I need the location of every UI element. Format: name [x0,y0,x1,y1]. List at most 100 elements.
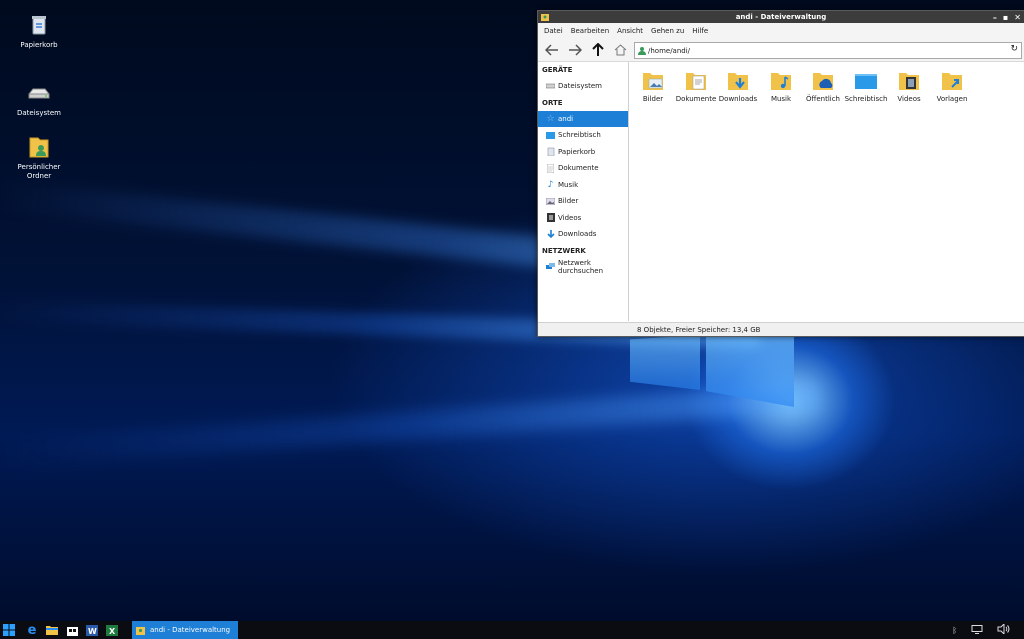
home-folder-icon [136,626,145,635]
folder-musik[interactable]: Musik [759,70,803,103]
menu-hilfe[interactable]: Hilfe [688,27,712,35]
excel-icon[interactable]: X [102,621,122,639]
sidebar-item-label: Dokumente [558,164,599,173]
sidebar-item-label: Musik [558,180,579,189]
home-folder-icon [541,14,549,21]
music-icon: ♪ [547,179,554,190]
system-tray: ᛒ [952,621,1024,639]
folder-bilder[interactable]: Bilder [631,70,675,103]
taskbar: e W X andi - Dateiverwaltung ᛒ [0,621,1024,639]
document-icon [546,163,555,173]
location-path: /home/andi/ [648,46,691,55]
arrow-right-icon [568,44,582,56]
sidebar-item-label: Schreibtisch [558,131,601,140]
forward-button[interactable] [563,40,586,60]
minimize-button[interactable]: – [993,13,997,22]
sidebar-item-label: Dateisystem [558,82,602,91]
volume-icon[interactable] [997,622,1010,636]
file-view[interactable]: Bilder Dokumente Downloads Musik Öffentl… [629,62,1024,321]
window-titlebar[interactable]: andi - Dateiverwaltung – ▪ ✕ [538,11,1024,23]
sidebar-item-label: Downloads [558,230,597,239]
home-button[interactable] [609,40,632,60]
trash-icon [546,147,555,157]
taskbar-window-button[interactable]: andi - Dateiverwaltung [132,621,238,639]
music-folder-icon [771,73,791,90]
templates-folder-icon [942,73,962,90]
arrow-up-icon [591,43,604,56]
edge-icon[interactable]: e [22,621,42,639]
menu-ansicht[interactable]: Ansicht [613,27,647,35]
close-button[interactable]: ✕ [1014,13,1021,22]
desktop-icon-trash[interactable]: Papierkorb [9,12,69,50]
sidebar-item-label: Bilder [558,197,579,206]
back-button[interactable] [540,40,563,60]
trash-icon [32,16,46,35]
up-button[interactable] [586,40,609,60]
sidebar: GERÄTE Dateisystem ORTE ☆ andi Schreibti… [538,62,629,321]
home-folder-icon [29,137,49,158]
bluetooth-icon[interactable]: ᛒ [952,626,957,635]
desktop-icon-home[interactable]: Persönlicher Ordner [9,134,69,181]
downloads-folder-icon [728,73,748,90]
sidebar-item-netzwerk[interactable]: Netzwerk durchsuchen [538,259,628,276]
svg-text:W: W [88,627,97,636]
sidebar-section-network: NETZWERK [542,246,586,255]
menu-datei[interactable]: Datei [540,27,567,35]
network-monitor-icon[interactable] [971,624,983,636]
sidebar-item-label: andi [558,114,574,123]
desktop-icon-label: Persönlicher Ordner [17,163,61,180]
desktop-icon-label: Dateisystem [17,109,61,117]
folder-label: Videos [897,95,921,103]
store-icon[interactable] [62,621,82,639]
image-icon [546,197,555,206]
sidebar-item-schreibtisch[interactable]: Schreibtisch [538,127,628,144]
folder-schreibtisch[interactable]: Schreibtisch [844,70,888,103]
download-icon [546,229,555,239]
windows-start-icon[interactable] [0,621,18,639]
folder-videos[interactable]: Videos [887,70,931,103]
folder-dokumente[interactable]: Dokumente [674,70,718,103]
maximize-button[interactable]: ▪ [1003,13,1008,22]
light-beam [0,382,819,468]
folder-vorlagen[interactable]: Vorlagen [930,70,974,103]
status-bar: 8 Objekte, Freier Speicher: 13,4 GB [538,322,1024,336]
drive-icon [28,88,50,99]
sidebar-section-devices: GERÄTE [542,66,573,74]
desktop-icon-filesystem[interactable]: Dateisystem [9,80,69,118]
desktop-icon-label: Papierkorb [20,41,58,49]
folder-oeffentlich[interactable]: Öffentlich [801,70,845,103]
sidebar-item-label: Netzwerk durchsuchen [558,258,604,275]
public-folder-icon [813,73,833,90]
menubar: Datei Bearbeiten Ansicht Gehen zu Hilfe [538,23,1024,39]
menu-bearbeiten[interactable]: Bearbeiten [567,27,613,35]
sidebar-item-dokumente[interactable]: Dokumente [538,160,628,177]
logo-pane [630,335,700,390]
sidebar-item-musik[interactable]: ♪ Musik [538,177,628,194]
pictures-folder-icon [643,73,663,90]
sidebar-item-videos[interactable]: Videos [538,210,628,227]
home-icon [614,44,627,56]
file-manager-window[interactable]: andi - Dateiverwaltung – ▪ ✕ Datei Bearb… [537,10,1024,337]
word-icon[interactable]: W [82,621,102,639]
folder-label: Öffentlich [806,95,840,103]
folder-label: Musik [770,95,792,103]
svg-text:X: X [109,627,116,636]
folder-downloads[interactable]: Downloads [716,70,760,103]
video-icon [546,213,555,223]
sidebar-item-downloads[interactable]: Downloads [538,226,628,243]
location-bar[interactable]: /home/andi/ ↻ [634,42,1022,59]
home-folder-icon [638,47,646,55]
sidebar-item-andi[interactable]: ☆ andi [538,110,628,127]
folder-label: Vorlagen [936,95,968,103]
reload-icon[interactable]: ↻ [1010,44,1018,54]
folder-label: Dokumente [675,95,717,103]
arrow-left-icon [544,44,558,56]
sidebar-item-label: Videos [558,213,582,222]
sidebar-item-papierkorb[interactable]: Papierkorb [538,144,628,161]
documents-folder-icon [686,73,706,90]
file-explorer-icon[interactable] [42,621,62,639]
sidebar-item-bilder[interactable]: Bilder [538,193,628,210]
desktop-icon [546,131,555,140]
menu-gehen-zu[interactable]: Gehen zu [647,27,688,35]
sidebar-item-dateisystem[interactable]: Dateisystem [538,78,628,95]
